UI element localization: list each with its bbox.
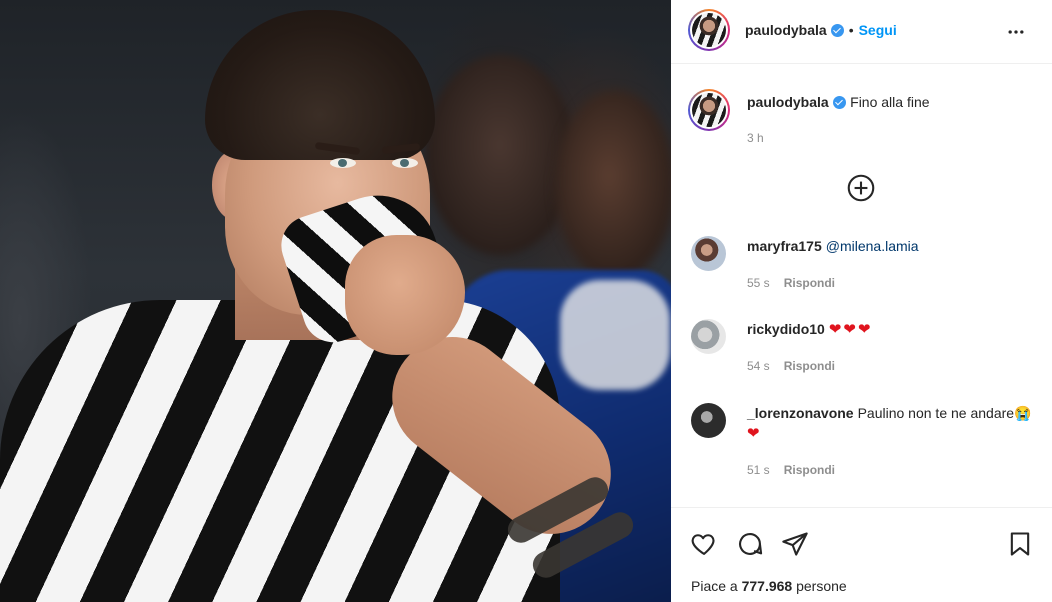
author-username[interactable]: paulodybala: [745, 22, 827, 38]
heart-emojis: ❤❤❤: [828, 321, 873, 338]
separator-dot: •: [848, 22, 854, 38]
commenter-avatar[interactable]: [691, 403, 726, 438]
author-avatar[interactable]: [688, 9, 730, 51]
comment-time: 51 s: [747, 463, 770, 477]
comment-item: _lorenzonavone Paulino non te ne andare😭 ❤…: [691, 403, 1041, 483]
likes-suffix: persone: [796, 578, 847, 594]
header-author-block: paulodybala • Segui: [745, 22, 897, 40]
comment-item: rickydido10 ❤❤❤ 54 s Rispondi: [691, 319, 1041, 379]
background-player-head: [555, 90, 671, 280]
commenter-avatar[interactable]: [691, 319, 726, 354]
comment-time: 54 s: [747, 359, 770, 373]
plus-circle-icon[interactable]: [847, 174, 875, 202]
comment-text: Paulino non te ne andare😭: [857, 405, 1032, 421]
comment-mention[interactable]: @milena.lamia: [826, 238, 919, 254]
more-options-icon[interactable]: [1006, 22, 1026, 42]
caption-author-avatar[interactable]: [688, 89, 730, 131]
caption: paulodybala Fino alla fine: [747, 94, 930, 112]
bookmark-icon[interactable]: [1006, 530, 1034, 558]
likes-prefix: Piace a: [691, 578, 738, 594]
comment-body: _lorenzonavone Paulino non te ne andare😭 ❤: [747, 403, 1037, 444]
player-eye: [392, 158, 418, 168]
comment-body: maryfra175 @milena.lamia: [747, 236, 1037, 256]
reply-button[interactable]: Rispondi: [784, 276, 835, 290]
comment-body: rickydido10 ❤❤❤: [747, 319, 1037, 340]
commenter-avatar[interactable]: [691, 236, 726, 271]
caption-username[interactable]: paulodybala: [747, 94, 829, 110]
paper-plane-icon[interactable]: [781, 530, 809, 558]
comment-bubble-icon[interactable]: [736, 530, 764, 558]
comment-username[interactable]: _lorenzonavone: [747, 405, 854, 421]
background-player-head: [425, 55, 575, 255]
post-actions: Piace a 777.968 persone: [671, 507, 1052, 602]
likes-number: 777.968: [741, 578, 793, 594]
comment-item: maryfra175 @milena.lamia 55 s Rispondi: [691, 236, 1041, 296]
post-timestamp[interactable]: 3 h: [747, 131, 764, 145]
likes-count[interactable]: Piace a 777.968 persone: [691, 578, 847, 594]
post-photo[interactable]: [0, 0, 671, 602]
reply-button[interactable]: Rispondi: [784, 359, 835, 373]
follow-button[interactable]: Segui: [859, 22, 897, 38]
post-side-panel: paulodybala • Segui paulodybala Fino alla …: [671, 0, 1052, 602]
player-eye: [330, 158, 356, 168]
comment-username[interactable]: rickydido10: [747, 321, 825, 337]
verified-badge-icon: [832, 96, 846, 109]
verified-badge-icon: [830, 24, 844, 37]
caption-text: Fino alla fine: [850, 94, 930, 110]
reply-button[interactable]: Rispondi: [784, 463, 835, 477]
heart-icon[interactable]: [690, 530, 718, 558]
player-hair: [205, 10, 435, 160]
comment-meta: 54 s Rispondi: [747, 359, 835, 373]
post-header: paulodybala • Segui: [671, 0, 1052, 64]
comment-meta: 51 s Rispondi: [747, 463, 835, 477]
comment-meta: 55 s Rispondi: [747, 276, 835, 290]
background-sleeve: [560, 280, 670, 390]
heart-emoji: ❤: [747, 425, 762, 442]
comment-time: 55 s: [747, 276, 770, 290]
comment-username[interactable]: maryfra175: [747, 238, 822, 254]
